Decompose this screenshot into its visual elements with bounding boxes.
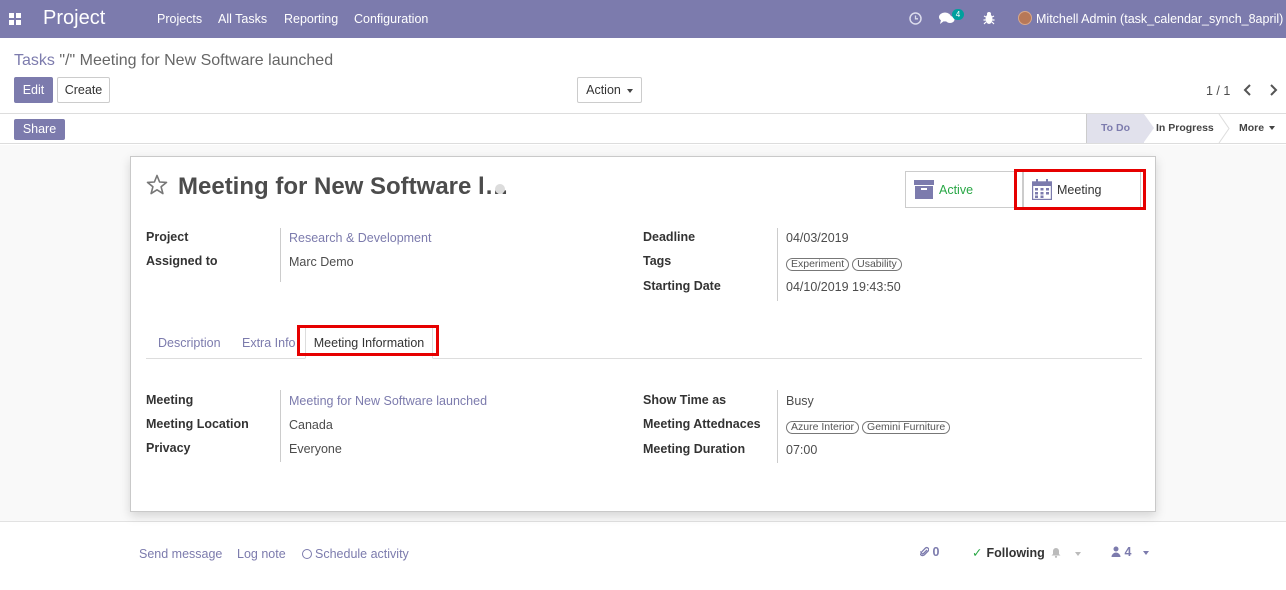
field-divider [280, 390, 281, 462]
task-title[interactable]: Meeting for New Software l… [178, 173, 509, 201]
archive-icon [914, 180, 934, 199]
menu-projects[interactable]: Projects [157, 12, 202, 26]
following-label: Following [986, 546, 1045, 560]
attendees-label: Meeting Attednaces [643, 417, 761, 431]
tags-label: Tags [643, 254, 672, 268]
starting-date-label: Starting Date [643, 279, 721, 293]
tag-badge: Experiment [786, 258, 850, 271]
pager-next-icon[interactable] [1268, 84, 1278, 96]
attendee-badge: Gemini Furniture [862, 421, 951, 434]
tab-meeting-information[interactable]: Meeting Information [305, 327, 433, 359]
followers-count: 4 [1124, 545, 1132, 559]
paperclip-icon [919, 546, 930, 557]
tags-field[interactable]: Experiment Usability [786, 256, 905, 271]
stage-more-label: More [1239, 122, 1265, 134]
meeting-label-field: Meeting [146, 393, 194, 407]
field-divider [777, 390, 778, 463]
breadcrumb-tasks[interactable]: Tasks [14, 52, 55, 69]
user-icon [1111, 546, 1121, 557]
tab-extra-info[interactable]: Extra Info [242, 336, 296, 350]
meeting-location-label: Meeting Location [146, 417, 249, 431]
calendar-icon [1032, 179, 1052, 200]
field-divider [280, 228, 281, 282]
privacy-label: Privacy [146, 441, 191, 455]
stage-more-dropdown[interactable]: More [1239, 114, 1276, 143]
project-value[interactable]: Research & Development [289, 231, 431, 245]
share-button[interactable]: Share [14, 119, 65, 140]
action-label: Action [586, 83, 621, 97]
deadline-label: Deadline [643, 230, 696, 244]
top-navbar: Project Projects All Tasks Reporting Con… [0, 0, 1286, 38]
activity-clock-icon[interactable] [909, 12, 922, 25]
bug-icon[interactable] [983, 11, 995, 25]
attachments-count: 0 [932, 545, 940, 559]
pager-value[interactable]: 1 / 1 [1206, 84, 1230, 98]
schedule-activity-label: Schedule activity [315, 547, 409, 561]
duration-label: Meeting Duration [643, 442, 746, 456]
apps-grid-icon[interactable] [9, 13, 21, 25]
attendees-field[interactable]: Azure Interior Gemini Furniture [786, 419, 953, 434]
menu-reporting[interactable]: Reporting [284, 12, 338, 26]
menu-configuration[interactable]: Configuration [354, 12, 428, 26]
caret-down-icon [1269, 126, 1276, 131]
edit-button[interactable]: Edit [14, 77, 53, 103]
tag-badge: Usability [852, 258, 902, 271]
user-avatar[interactable] [1018, 11, 1032, 25]
duration-value[interactable]: 07:00 [786, 443, 817, 457]
stage-separator-icon [1218, 114, 1230, 143]
breadcrumb: Tasks "/" Meeting for New Software launc… [14, 52, 333, 70]
project-label: Project [146, 230, 189, 244]
tab-description[interactable]: Description [158, 336, 221, 350]
starting-date-value[interactable]: 04/10/2019 19:43:50 [786, 280, 901, 294]
breadcrumb-separator: "/" [59, 52, 76, 69]
show-time-value[interactable]: Busy [786, 394, 814, 408]
active-label: Active [939, 183, 974, 197]
following-button[interactable]: ✓ Following [972, 545, 1081, 560]
meeting-label: Meeting [1057, 183, 1102, 197]
caret-down-icon [1142, 550, 1149, 555]
form-sheet: Meeting for New Software l… Active Meeti… [130, 156, 1156, 512]
active-toggle-button[interactable]: Active [905, 171, 1023, 208]
notebook-tabs: Description Extra Info Meeting Informati… [146, 327, 1142, 359]
caret-down-icon [1074, 551, 1081, 556]
followers-button[interactable]: 4 [1111, 545, 1149, 559]
user-menu[interactable]: Mitchell Admin (task_calendar_synch_8apr… [1036, 12, 1283, 26]
pager-previous-icon[interactable] [1243, 84, 1253, 96]
assigned-to-value[interactable]: Marc Demo [289, 255, 354, 269]
privacy-value[interactable]: Everyone [289, 442, 342, 456]
create-button[interactable]: Create [57, 77, 110, 103]
stage-in-progress[interactable]: In Progress [1156, 114, 1214, 143]
meeting-smart-button[interactable]: Meeting [1023, 171, 1141, 208]
clock-icon [302, 549, 312, 559]
statusbar: Share To Do In Progress More [0, 113, 1286, 144]
show-time-label: Show Time as [643, 393, 727, 407]
field-divider [777, 228, 778, 301]
chat-count-badge: 4 [952, 9, 964, 20]
log-note-button[interactable]: Log note [237, 547, 286, 561]
menu-all-tasks[interactable]: All Tasks [218, 12, 267, 26]
star-icon[interactable] [145, 173, 169, 197]
check-icon: ✓ [972, 546, 983, 560]
meeting-value[interactable]: Meeting for New Software launched [289, 394, 487, 408]
stage-todo[interactable]: To Do [1086, 114, 1154, 143]
action-dropdown[interactable]: Action [577, 77, 642, 103]
kanban-state-icon[interactable] [495, 184, 505, 194]
deadline-value[interactable]: 04/03/2019 [786, 231, 849, 245]
send-message-button[interactable]: Send message [139, 547, 222, 561]
breadcrumb-current: Meeting for New Software launched [79, 52, 334, 69]
schedule-activity-button[interactable]: Schedule activity [302, 547, 409, 561]
attachments-button[interactable]: 0 [919, 545, 940, 559]
assigned-to-label: Assigned to [146, 254, 218, 268]
app-name[interactable]: Project [43, 7, 105, 30]
attendee-badge: Azure Interior [786, 421, 860, 434]
meeting-location-value[interactable]: Canada [289, 418, 333, 432]
bell-icon [1051, 548, 1061, 558]
caret-down-icon [626, 88, 633, 93]
